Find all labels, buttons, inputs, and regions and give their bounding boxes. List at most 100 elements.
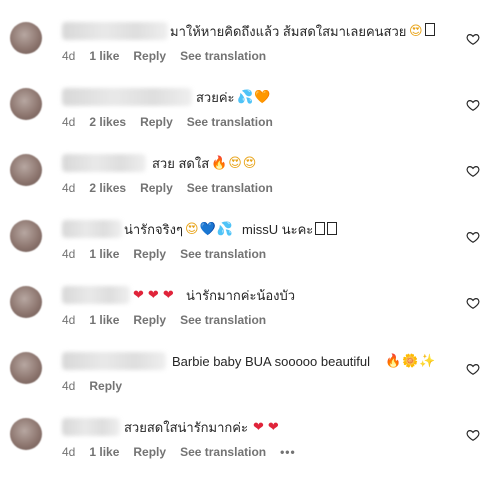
comment-item: สวยสดใสน่ารักมากค่ะ ❤ ❤ 4d 1 like Reply See …: [0, 398, 488, 464]
comment-time[interactable]: 4d: [62, 48, 75, 64]
comment-list: มาให้หายคิดถึงแล้ว ส้มสดใสมาเลยคนสวย 😍 4…: [0, 0, 488, 480]
comment-time[interactable]: 4d: [62, 246, 75, 262]
reply-button[interactable]: Reply: [133, 444, 166, 460]
comment-text: น่ารักมากค่ะน้องบัว: [186, 288, 296, 303]
reply-button[interactable]: Reply: [89, 378, 122, 394]
comment-emojis: 😍: [408, 22, 435, 42]
heart-outline-icon: [466, 430, 480, 441]
see-translation-button[interactable]: See translation: [187, 114, 273, 130]
missing-glyph-icon: [327, 222, 338, 235]
missing-glyph-icon: [424, 23, 435, 36]
heart-eyes-emoji-icon: 😍: [409, 24, 423, 39]
likes-count[interactable]: 1 like: [89, 444, 119, 460]
comment-item: มาให้หายคิดถึงแล้ว ส้มสดใสมาเลยคนสวย 😍 4…: [0, 2, 488, 68]
comment-time[interactable]: 4d: [62, 114, 75, 130]
sparkles-emoji-icon: ✨: [419, 354, 436, 369]
red-heart-emoji-icon: ❤: [147, 288, 159, 303]
username-blurred[interactable]: [62, 286, 130, 304]
comment-text-2: missU นะคะ: [242, 222, 314, 237]
sweat-droplets-emoji-icon: 💦: [237, 90, 254, 105]
red-heart-emoji-icon: ❤: [162, 288, 174, 303]
heart-outline-icon: [466, 100, 480, 111]
avatar[interactable]: [10, 418, 42, 450]
comment-text: สวยค่ะ: [196, 90, 235, 105]
heart-outline-icon: [466, 232, 480, 243]
likes-count[interactable]: 1 like: [89, 312, 119, 328]
username-blurred[interactable]: [62, 418, 120, 436]
username-blurred[interactable]: [62, 352, 166, 370]
comment-emojis: ❤ ❤: [252, 418, 279, 438]
like-button[interactable]: [466, 164, 480, 178]
avatar[interactable]: [10, 352, 42, 384]
likes-count[interactable]: 1 like: [89, 48, 119, 64]
reply-button[interactable]: Reply: [133, 246, 166, 262]
avatar[interactable]: [10, 286, 42, 318]
comment-text: สวยสดใสน่ารักมากค่ะ: [124, 420, 248, 435]
comment-time[interactable]: 4d: [62, 378, 75, 394]
comment-item: Barbie baby BUA sooooo beautiful 🔥🌼✨ 4d R…: [0, 332, 488, 398]
heart-eyes-emoji-icon: 😍: [185, 222, 199, 237]
like-button[interactable]: [466, 98, 480, 112]
heart-outline-icon: [466, 364, 480, 375]
orange-heart-emoji-icon: 🧡: [254, 90, 271, 105]
fire-emoji-icon: 🔥: [385, 354, 402, 369]
heart-outline-icon: [466, 34, 480, 45]
username-blurred[interactable]: [62, 22, 168, 40]
see-translation-button[interactable]: See translation: [180, 48, 266, 64]
like-button[interactable]: [466, 230, 480, 244]
avatar[interactable]: [10, 88, 42, 120]
avatar[interactable]: [10, 22, 42, 54]
comment-emojis: ❤ ❤ ❤: [132, 286, 174, 306]
comment-emojis: 🔥😍😍: [210, 154, 256, 174]
see-translation-button[interactable]: See translation: [187, 180, 273, 196]
red-heart-emoji-icon: ❤: [267, 420, 279, 435]
comment-text-continued: missU นะคะ: [242, 220, 338, 240]
sweat-droplets-emoji-icon: 💦: [216, 222, 233, 237]
see-translation-button[interactable]: See translation: [180, 312, 266, 328]
blue-heart-emoji-icon: 💙: [199, 222, 216, 237]
like-button[interactable]: [466, 428, 480, 442]
username-blurred[interactable]: [62, 220, 122, 238]
reply-button[interactable]: Reply: [140, 180, 173, 196]
see-translation-button[interactable]: See translation: [180, 444, 266, 460]
like-button[interactable]: [466, 296, 480, 310]
likes-count[interactable]: 2 likes: [89, 114, 126, 130]
avatar[interactable]: [10, 154, 42, 186]
comment-meta: 4d 2 likes Reply See translation: [62, 180, 287, 196]
comment-meta: 4d Reply: [62, 378, 136, 394]
comment-time[interactable]: 4d: [62, 444, 75, 460]
username-blurred[interactable]: [62, 88, 192, 106]
comment-emojis: 💦🧡: [236, 88, 270, 108]
see-translation-button[interactable]: See translation: [180, 246, 266, 262]
red-heart-emoji-icon: ❤: [133, 288, 144, 303]
avatar[interactable]: [10, 220, 42, 252]
blossom-emoji-icon: 🌼: [402, 354, 419, 369]
likes-count[interactable]: 1 like: [89, 246, 119, 262]
comment-text: สวย สดใส: [152, 156, 210, 171]
comment-time[interactable]: 4d: [62, 312, 75, 328]
heart-eyes-emoji-icon: 😍: [228, 156, 242, 171]
comment-item: ❤ ❤ ❤ น่ารักมากค่ะน้องบัว 4d 1 like Reply See…: [0, 266, 488, 332]
missing-glyph-icon: [315, 222, 326, 235]
comment-time[interactable]: 4d: [62, 180, 75, 196]
reply-button[interactable]: Reply: [133, 48, 166, 64]
comment-meta: 4d 1 like Reply See translation •••: [62, 444, 310, 460]
comment-item: สวย สดใส 🔥😍😍 4d 2 likes Reply See translati…: [0, 134, 488, 200]
reply-button[interactable]: Reply: [140, 114, 173, 130]
comment-meta: 4d 1 like Reply See translation: [62, 312, 280, 328]
like-button[interactable]: [466, 32, 480, 46]
likes-count[interactable]: 2 likes: [89, 180, 126, 196]
heart-outline-icon: [466, 298, 480, 309]
username-blurred[interactable]: [62, 154, 146, 172]
comment-meta: 4d 1 like Reply See translation: [62, 48, 280, 64]
red-heart-emoji-icon: ❤: [253, 420, 264, 435]
comment-emojis: 😍💙💦: [184, 220, 233, 240]
more-options-button[interactable]: •••: [280, 444, 296, 460]
comment-meta: 4d 2 likes Reply See translation: [62, 114, 287, 130]
comment-text: Barbie baby BUA sooooo beautiful: [172, 354, 371, 369]
comment-item: สวยค่ะ 💦🧡 4d 2 likes Reply See translation: [0, 68, 488, 134]
comment-text: มาให้หายคิดถึงแล้ว ส้มสดใสมาเลยคนสวย: [170, 24, 407, 39]
like-button[interactable]: [466, 362, 480, 376]
reply-button[interactable]: Reply: [133, 312, 166, 328]
heart-outline-icon: [466, 166, 480, 177]
